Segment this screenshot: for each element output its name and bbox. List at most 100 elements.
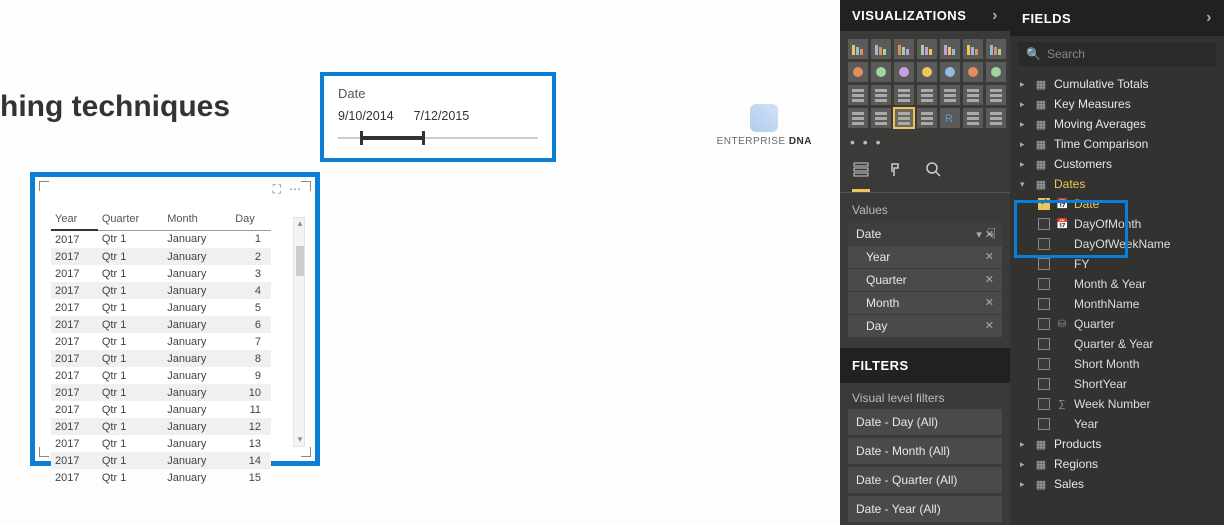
table-row[interactable]: 2017Qtr 1January8 bbox=[51, 350, 271, 367]
checkbox[interactable] bbox=[1038, 338, 1050, 350]
viz-type-icon[interactable] bbox=[871, 62, 891, 82]
viz-type-icon[interactable] bbox=[894, 39, 914, 59]
viz-type-icon[interactable] bbox=[986, 39, 1006, 59]
field-well-item[interactable]: Month✕ bbox=[848, 292, 1002, 314]
slider-thumb-start[interactable] bbox=[360, 131, 363, 145]
table-moving-averages[interactable]: ▸▦Moving Averages bbox=[1010, 114, 1224, 134]
viz-type-icon[interactable] bbox=[963, 85, 983, 105]
table-row[interactable]: 2017Qtr 1January13 bbox=[51, 435, 271, 452]
table-row[interactable]: 2017Qtr 1January6 bbox=[51, 316, 271, 333]
viz-type-icon[interactable] bbox=[848, 62, 868, 82]
table-row[interactable]: 2017Qtr 1January4 bbox=[51, 282, 271, 299]
table-row[interactable]: 2017Qtr 1January11 bbox=[51, 401, 271, 418]
more-options-icon[interactable]: ⋯ bbox=[289, 182, 301, 197]
table-row[interactable]: 2017Qtr 1January7 bbox=[51, 333, 271, 350]
checkbox[interactable] bbox=[1038, 278, 1050, 290]
filter-item[interactable]: Date - Quarter (All) bbox=[848, 467, 1002, 493]
checkbox[interactable] bbox=[1038, 198, 1050, 210]
field-date[interactable]: 📅Date bbox=[1010, 194, 1224, 214]
viz-type-icon[interactable] bbox=[986, 62, 1006, 82]
table-row[interactable]: 2017Qtr 1January15 bbox=[51, 469, 271, 486]
viz-type-icon[interactable] bbox=[848, 108, 868, 128]
table-sales[interactable]: ▸▦Sales bbox=[1010, 474, 1224, 494]
field-year[interactable]: Year bbox=[1010, 414, 1224, 434]
scroll-thumb[interactable] bbox=[296, 246, 304, 276]
date-slicer[interactable]: Date 9/10/2014 7/12/2015 bbox=[320, 72, 556, 162]
format-tab[interactable] bbox=[888, 160, 906, 192]
column-header[interactable]: Year bbox=[51, 209, 98, 230]
table-key-measures[interactable]: ▸▦Key Measures bbox=[1010, 94, 1224, 114]
analytics-tab[interactable] bbox=[924, 160, 942, 192]
field-well-item[interactable]: Quarter✕ bbox=[848, 269, 1002, 291]
table-row[interactable]: 2017Qtr 1January14 bbox=[51, 452, 271, 469]
field-monthname[interactable]: MonthName bbox=[1010, 294, 1224, 314]
viz-type-icon[interactable] bbox=[871, 39, 891, 59]
scroll-up-icon[interactable]: ▴ bbox=[294, 218, 306, 230]
viz-type-icon[interactable] bbox=[917, 108, 937, 128]
checkbox[interactable] bbox=[1038, 258, 1050, 270]
table-row[interactable]: 2017Qtr 1January12 bbox=[51, 418, 271, 435]
checkbox[interactable] bbox=[1038, 218, 1050, 230]
field-well-item[interactable]: Year✕ bbox=[848, 246, 1002, 268]
viz-type-icon[interactable] bbox=[963, 62, 983, 82]
table-row[interactable]: 2017Qtr 1January2 bbox=[51, 248, 271, 265]
column-header[interactable]: Month bbox=[163, 209, 231, 230]
table-row[interactable]: 2017Qtr 1January3 bbox=[51, 265, 271, 282]
field-fy[interactable]: FY bbox=[1010, 254, 1224, 274]
viz-type-icon[interactable] bbox=[871, 108, 891, 128]
filter-item[interactable]: Date - Year (All) bbox=[848, 496, 1002, 522]
viz-type-icon[interactable] bbox=[894, 108, 914, 128]
checkbox[interactable] bbox=[1038, 238, 1050, 250]
column-header[interactable]: Day bbox=[231, 209, 271, 230]
viz-type-icon[interactable] bbox=[963, 108, 983, 128]
viz-type-icon[interactable] bbox=[986, 85, 1006, 105]
viz-type-icon[interactable] bbox=[917, 85, 937, 105]
focus-mode-icon[interactable]: ⛶ bbox=[273, 182, 281, 197]
field-quarter-year[interactable]: Quarter & Year bbox=[1010, 334, 1224, 354]
viz-type-icon[interactable] bbox=[940, 62, 960, 82]
field-month-year[interactable]: Month & Year bbox=[1010, 274, 1224, 294]
field-well-item[interactable]: Day✕ bbox=[848, 315, 1002, 337]
table-products[interactable]: ▸▦Products bbox=[1010, 434, 1224, 454]
field-shortyear[interactable]: ShortYear bbox=[1010, 374, 1224, 394]
table-time-comparison[interactable]: ▸▦Time Comparison bbox=[1010, 134, 1224, 154]
more-visuals-icon[interactable]: • • • bbox=[840, 132, 1010, 156]
table-cumulative-totals[interactable]: ▸▦Cumulative Totals bbox=[1010, 74, 1224, 94]
viz-type-icon[interactable] bbox=[917, 39, 937, 59]
viz-type-icon[interactable] bbox=[848, 85, 868, 105]
field-week-number[interactable]: ∑Week Number bbox=[1010, 394, 1224, 414]
collapse-viz-icon[interactable]: › bbox=[992, 7, 998, 25]
viz-type-icon[interactable] bbox=[940, 85, 960, 105]
viz-type-icon[interactable] bbox=[963, 39, 983, 59]
table-row[interactable]: 2017Qtr 1January1 bbox=[51, 230, 271, 248]
slicer-slider[interactable] bbox=[338, 131, 538, 145]
table-customers[interactable]: ▸▦Customers bbox=[1010, 154, 1224, 174]
viz-type-icon[interactable]: R bbox=[940, 108, 960, 128]
viz-type-icon[interactable] bbox=[986, 108, 1006, 128]
field-short-month[interactable]: Short Month bbox=[1010, 354, 1224, 374]
viz-type-icon[interactable] bbox=[940, 39, 960, 59]
viz-type-icon[interactable] bbox=[848, 39, 868, 59]
checkbox[interactable] bbox=[1038, 378, 1050, 390]
checkbox[interactable] bbox=[1038, 298, 1050, 310]
fields-well-tab[interactable] bbox=[852, 160, 870, 192]
slider-thumb-end[interactable] bbox=[422, 131, 425, 145]
checkbox[interactable] bbox=[1038, 418, 1050, 430]
scroll-down-icon[interactable]: ▾ bbox=[294, 434, 306, 446]
column-header[interactable]: Quarter bbox=[98, 209, 163, 230]
field-quarter[interactable]: ⛁Quarter bbox=[1010, 314, 1224, 334]
checkbox[interactable] bbox=[1038, 358, 1050, 370]
slicer-start-date[interactable]: 9/10/2014 bbox=[338, 109, 394, 123]
table-visual[interactable]: ⛶ ⋯ YearQuarterMonthDay 2017Qtr 1January… bbox=[30, 172, 320, 466]
viz-type-icon[interactable] bbox=[894, 62, 914, 82]
field-well-date[interactable]: Date ▾ ✕ ☟ bbox=[848, 223, 1002, 245]
checkbox[interactable] bbox=[1038, 398, 1050, 410]
table-row[interactable]: 2017Qtr 1January5 bbox=[51, 299, 271, 316]
collapse-fields-icon[interactable]: › bbox=[1206, 9, 1212, 27]
table-scrollbar[interactable]: ▴ ▾ bbox=[293, 217, 305, 447]
checkbox[interactable] bbox=[1038, 318, 1050, 330]
report-canvas[interactable]: hing techniques Date 9/10/2014 7/12/2015… bbox=[0, 0, 840, 525]
table-row[interactable]: 2017Qtr 1January10 bbox=[51, 384, 271, 401]
viz-type-icon[interactable] bbox=[917, 62, 937, 82]
filter-item[interactable]: Date - Day (All) bbox=[848, 409, 1002, 435]
